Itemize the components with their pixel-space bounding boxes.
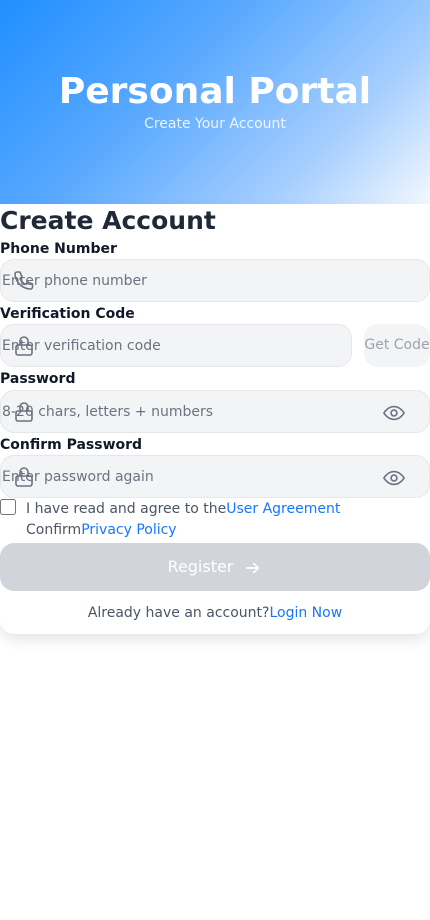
get-code-button[interactable]: Get Code [364,324,430,367]
agreement-row: I have read and agree to theUser Agreeme… [0,499,430,543]
agreement-text: I have read and agree to the [26,501,227,517]
agreement-checkbox[interactable] [0,499,16,515]
password-input[interactable] [1,391,429,432]
login-prompt: Already have an account? [87,605,270,621]
code-field [0,324,352,367]
login-prompt-row: Already have an account?Login Now [0,603,430,623]
confirm-password-label: Confirm Password [0,437,143,453]
user-agreement-link[interactable]: User Agreement [226,501,340,517]
header-banner: Personal Portal Create Your Account [0,0,430,204]
phone-label: Phone Number [0,241,117,257]
confirm-text: Confirm [26,522,82,538]
eye-icon[interactable] [383,403,405,423]
register-card: Create Account Phone Number Verification… [0,204,430,634]
phone-input[interactable] [1,260,429,301]
code-input[interactable] [1,325,351,366]
register-button[interactable]: Register [0,543,430,591]
phone-field [0,259,430,302]
agreement-line: I have read and agree to theUser Agreeme… [26,499,340,520]
confirm-password-field [0,455,430,498]
code-label: Verification Code [0,306,135,322]
privacy-policy-link[interactable]: Privacy Policy [81,522,176,538]
confirm-password-input[interactable] [1,456,429,497]
password-label: Password [0,371,76,387]
form-title: Create Account [0,206,216,235]
privacy-line: ConfirmPrivacy Policy [26,520,177,541]
eye-icon[interactable] [383,468,405,488]
arrow-right-icon [246,562,260,573]
login-now-link[interactable]: Login Now [269,605,342,621]
register-label: Register [167,557,234,576]
app-title: Personal Portal [58,71,372,112]
password-field [0,390,430,433]
app-subtitle: Create Your Account [144,116,286,132]
